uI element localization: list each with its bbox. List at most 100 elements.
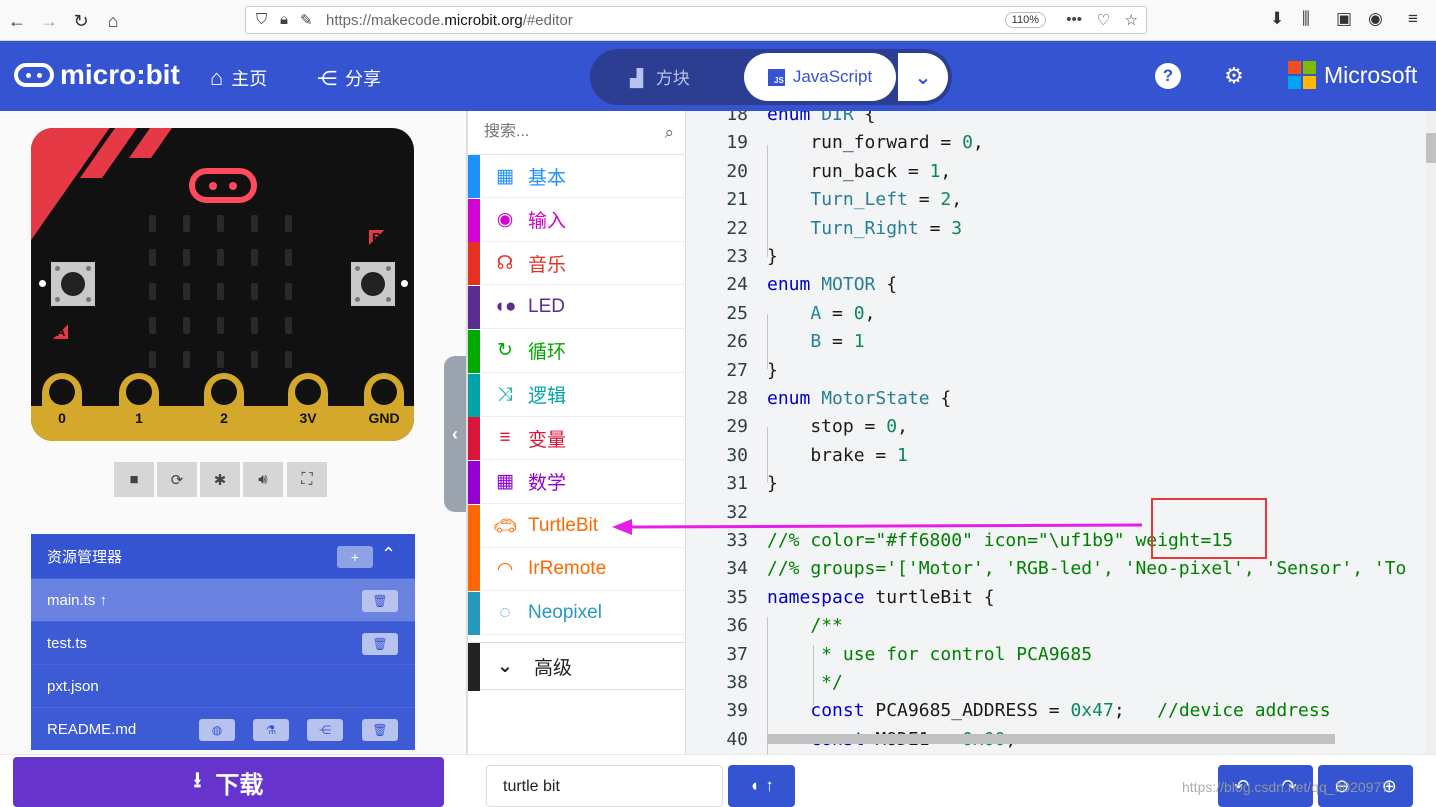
editor-scrollbar[interactable]: [1426, 111, 1436, 754]
menu-icon[interactable]: ≡: [1408, 9, 1418, 29]
search-icon[interactable]: ⌕: [664, 123, 674, 143]
button-a[interactable]: [51, 262, 95, 306]
fullscreen-icon[interactable]: ⛶: [287, 462, 327, 497]
code-text: brake = 1: [767, 444, 908, 466]
microsoft-logo[interactable]: Microsoft: [1288, 61, 1417, 89]
trash-icon[interactable]: 🗑︎: [362, 590, 398, 612]
gear-icon[interactable]: ⚙: [1221, 63, 1247, 89]
category-音乐[interactable]: ☊ 音乐: [468, 242, 686, 286]
collapse-simulator-button[interactable]: ‹: [444, 356, 466, 512]
back-icon[interactable]: ←: [4, 8, 30, 34]
code-editor[interactable]: 18 enum DIR {19 run_forward = 0, 20 run_ba…: [686, 111, 1436, 754]
editor-toggle: ▟ 方块 JS JavaScript ⌄: [590, 49, 952, 105]
category-循环[interactable]: ↻ 循环: [468, 329, 686, 373]
file-row-test-ts[interactable]: test.ts 🗑︎: [31, 621, 415, 664]
sidebar-icon[interactable]: ▣: [1336, 9, 1352, 29]
chevron-down-icon[interactable]: ⌄: [898, 53, 948, 101]
url-bar[interactable]: ⛉ 🔒︎ ✎ https://makecode.microbit.org/#ed…: [245, 6, 1147, 34]
tab-blocks[interactable]: ▟ 方块: [630, 64, 690, 89]
download-button[interactable]: ⭳ 下载: [13, 757, 444, 807]
category-irremote[interactable]: ◠ IrRemote: [468, 548, 686, 592]
home-icon[interactable]: ⌂: [100, 8, 126, 34]
category-label: 音乐: [528, 254, 567, 276]
volume-icon[interactable]: 🔊︎: [243, 462, 283, 497]
category-neopixel[interactable]: ◌ Neopixel: [468, 592, 686, 635]
flask-icon[interactable]: ⚗: [253, 719, 289, 741]
code-text: run_forward = 0,: [767, 132, 984, 154]
grid-icon: ▦: [496, 165, 514, 187]
permissions-icon[interactable]: ✎: [300, 11, 313, 29]
share-icon[interactable]: ⋲: [307, 719, 343, 741]
line-number: 26: [726, 331, 748, 353]
category-逻辑[interactable]: ⤨ 逻辑: [468, 373, 686, 417]
zoom-level-badge[interactable]: 110%: [1004, 12, 1046, 28]
line-number: 38: [726, 672, 748, 693]
led-cell: [285, 249, 292, 266]
account-icon[interactable]: ◉: [1368, 9, 1383, 29]
pin-label: 0: [58, 410, 66, 426]
list-icon: ≡: [499, 427, 511, 449]
browser-toolbar: ← → ↻ ⌂ ⛉ 🔒︎ ✎ https://makecode.microbit…: [0, 0, 1436, 41]
category-color-bar: [468, 417, 480, 461]
pin-label: 3V: [299, 410, 317, 426]
project-name-input[interactable]: turtle bit: [486, 765, 723, 807]
pin-3v[interactable]: [288, 373, 328, 439]
pin-0[interactable]: [42, 373, 82, 439]
pin-1[interactable]: [119, 373, 159, 439]
button-b[interactable]: [351, 262, 395, 306]
search-input[interactable]: [484, 123, 644, 141]
category-基本[interactable]: ▦ 基本: [468, 155, 686, 198]
github-button[interactable]: ◖ ↑: [728, 765, 795, 807]
trash-icon[interactable]: 🗑︎: [362, 633, 398, 655]
pin-label: GND: [368, 410, 400, 426]
line-number: 34: [726, 558, 748, 580]
category-advanced[interactable]: ⌄ 高级: [468, 642, 686, 691]
button-b-label: B: [369, 230, 385, 245]
file-row-readme[interactable]: README.md ◍ ⚗ ⋲ 🗑︎: [31, 707, 415, 750]
download-icon[interactable]: ⬇: [1270, 9, 1284, 29]
add-file-icon[interactable]: +: [337, 546, 373, 568]
code-text: }: [767, 473, 778, 495]
file-name: main.ts ↑: [47, 591, 108, 609]
home-button[interactable]: ⌂ 主页: [210, 65, 267, 91]
forward-icon[interactable]: →: [36, 8, 62, 34]
code-text: enum MOTOR {: [767, 274, 898, 296]
file-row-main-ts[interactable]: main.ts ↑ 🗑︎: [31, 578, 415, 621]
tab-javascript[interactable]: JS JavaScript: [744, 53, 896, 101]
category-输入[interactable]: ◉ 输入: [468, 198, 686, 242]
line-number: 18: [726, 111, 748, 125]
help-icon[interactable]: ?: [1155, 63, 1181, 89]
file-name: pxt.json: [47, 677, 99, 695]
restart-icon[interactable]: ⟳: [157, 462, 197, 497]
pocket-icon[interactable]: ♡: [1097, 11, 1110, 29]
url-text: https://makecode.microbit.org/#editor: [326, 12, 573, 29]
bookmark-star-icon[interactable]: ☆: [1125, 11, 1138, 29]
lock-icon[interactable]: 🔒︎: [280, 11, 288, 28]
globe-icon[interactable]: ◍: [199, 719, 235, 741]
file-row-pxt-json[interactable]: pxt.json: [31, 664, 415, 707]
led-cell: [183, 215, 190, 232]
chevron-up-icon[interactable]: ⌃: [381, 544, 396, 565]
more-actions-icon[interactable]: •••: [1066, 11, 1082, 28]
share-button[interactable]: ⋲ 分享: [317, 65, 381, 91]
annotation-arrow: [612, 519, 1143, 535]
microbit-board[interactable]: A B 0 1 2 3V GND: [31, 128, 414, 441]
line-number: 23: [726, 246, 748, 267]
stop-icon[interactable]: ■: [114, 462, 154, 497]
shield-icon[interactable]: ⛉: [256, 11, 267, 28]
pin-2[interactable]: [204, 373, 244, 439]
library-icon[interactable]: ⫼: [1302, 9, 1310, 29]
category-led[interactable]: ◖● LED: [468, 286, 686, 330]
category-color-bar: [468, 286, 480, 330]
explorer-header[interactable]: 资源管理器 + ⌃: [31, 534, 415, 578]
category-数学[interactable]: ▦ 数学: [468, 460, 686, 504]
editor-scrollbar-thumb[interactable]: [1426, 133, 1436, 163]
editor-horizontal-scrollbar[interactable]: [767, 734, 1335, 744]
reload-icon[interactable]: ↻: [68, 8, 94, 34]
category-变量[interactable]: ≡ 变量: [468, 417, 686, 461]
led-cell: [183, 249, 190, 266]
microbit-logo[interactable]: micro:bit: [14, 59, 180, 91]
debug-icon[interactable]: ✱: [200, 462, 240, 497]
trash-icon[interactable]: 🗑︎: [362, 719, 398, 741]
pin-gnd[interactable]: [364, 373, 404, 439]
